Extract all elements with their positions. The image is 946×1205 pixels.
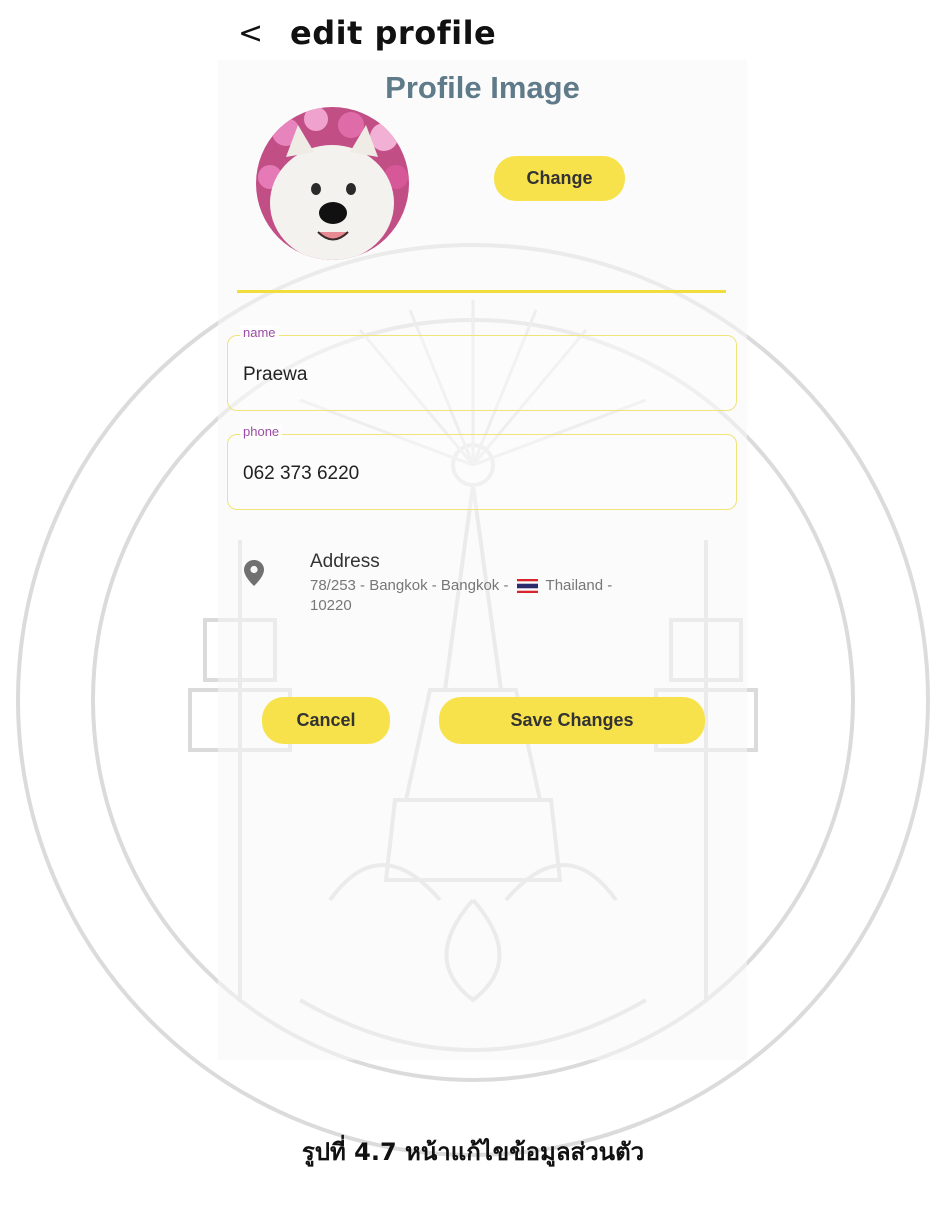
address-postcode: 10220 bbox=[310, 597, 352, 614]
address-country: Thailand - bbox=[545, 577, 613, 594]
edit-profile-screen: Profile Image Change name Praewa phone 0… bbox=[218, 60, 747, 1060]
thailand-flag-icon bbox=[516, 579, 538, 594]
app-header: < edit profile bbox=[238, 8, 496, 58]
address-line: 78/253 - Bangkok - Bangkok - bbox=[310, 577, 509, 594]
cancel-button[interactable]: Cancel bbox=[262, 697, 390, 744]
figure-caption: รูปที่ 4.7 หน้าแก้ไขข้อมูลส่วนตัว bbox=[301, 1138, 645, 1166]
save-changes-button[interactable]: Save Changes bbox=[439, 697, 705, 744]
profile-avatar bbox=[256, 107, 409, 260]
page-title: edit profile bbox=[290, 14, 497, 52]
location-pin-icon bbox=[244, 560, 264, 586]
name-field[interactable]: name Praewa bbox=[227, 325, 737, 411]
section-title: Profile Image bbox=[385, 70, 580, 105]
divider bbox=[237, 290, 726, 293]
address-text: 78/253 - Bangkok - Bangkok - Thailand - … bbox=[310, 576, 720, 616]
change-photo-button[interactable]: Change bbox=[494, 156, 625, 201]
phone-field-value[interactable]: 062 373 6220 bbox=[243, 463, 359, 485]
back-arrow-icon[interactable]: < bbox=[238, 16, 278, 51]
address-row[interactable]: Address 78/253 - Bangkok - Bangkok - Tha… bbox=[236, 548, 736, 638]
address-title: Address bbox=[310, 551, 380, 572]
phone-field[interactable]: phone 062 373 6220 bbox=[227, 424, 737, 510]
name-field-label: name bbox=[240, 325, 279, 340]
phone-field-label: phone bbox=[240, 424, 283, 439]
name-field-value[interactable]: Praewa bbox=[243, 364, 307, 386]
